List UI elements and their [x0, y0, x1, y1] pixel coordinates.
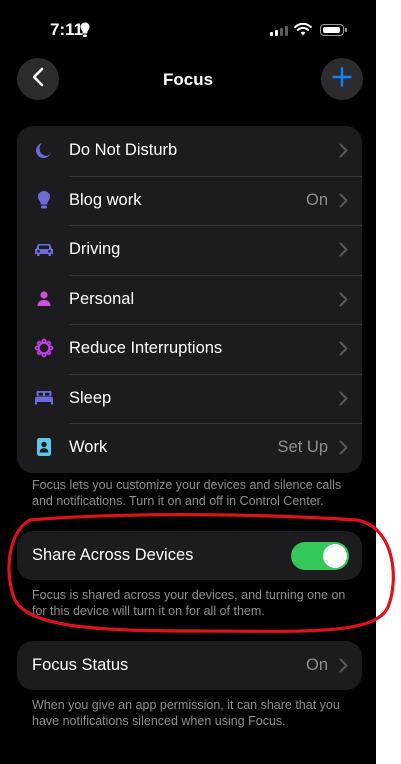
- focus-item-work[interactable]: Work Set Up: [17, 423, 362, 473]
- chevron-right-icon: [339, 143, 348, 163]
- focus-item-label: Sleep: [69, 388, 112, 407]
- share-across-devices-label: Share Across Devices: [32, 546, 194, 564]
- chevron-right-icon: [339, 242, 348, 262]
- focus-item-label: Blog work: [69, 190, 142, 209]
- focus-lightbulb-icon: [80, 22, 90, 43]
- chevron-right-icon: [339, 193, 348, 213]
- focus-item-driving[interactable]: Driving: [17, 225, 362, 275]
- focus-status-label: Focus Status: [32, 656, 129, 674]
- focus-item-label: Personal: [69, 289, 135, 308]
- bed-icon: [34, 388, 54, 408]
- focus-item-label: Reduce Interruptions: [69, 339, 223, 358]
- navigation-bar: Focus: [0, 56, 376, 102]
- focus-item-value: On: [305, 190, 328, 209]
- page-title: Focus: [162, 70, 214, 89]
- interruptions-icon: [34, 338, 54, 358]
- wifi-icon: [294, 22, 312, 41]
- focus-item-sleep[interactable]: Sleep: [17, 373, 362, 424]
- focus-item-reduce-interruptions[interactable]: Reduce Interruptions: [17, 324, 362, 374]
- focus-item-value: Set Up: [277, 438, 328, 457]
- status-time: 7:11: [50, 20, 84, 39]
- plus-icon: [332, 66, 352, 92]
- person-icon: [34, 289, 54, 309]
- focus-item-label: Do Not Disturb: [69, 141, 178, 160]
- focus-status-description: When you give an app permission, it can …: [32, 698, 340, 728]
- focus-item-blog-work[interactable]: Blog work On: [17, 175, 362, 226]
- chevron-right-icon: [339, 658, 348, 678]
- status-bar: 7:11: [0, 18, 376, 42]
- share-across-devices-toggle[interactable]: [291, 542, 349, 570]
- focus-status-row[interactable]: Focus Status On: [17, 641, 362, 690]
- chevron-right-icon: [339, 440, 348, 460]
- share-across-devices-row: Share Across Devices: [17, 531, 362, 580]
- toggle-knob: [323, 544, 347, 568]
- car-icon: [34, 239, 54, 259]
- chevron-right-icon: [339, 292, 348, 312]
- focus-status-value: On: [305, 656, 328, 674]
- phone-screen: 7:11 Focus Do Not Disturb Blog work On D…: [0, 0, 376, 764]
- focus-modes-list: Do Not Disturb Blog work On Driving Pers…: [17, 126, 362, 473]
- moon-icon: [34, 140, 54, 160]
- battery-icon: [320, 24, 347, 36]
- focus-item-do-not-disturb[interactable]: Do Not Disturb: [17, 126, 362, 176]
- focus-description: Focus lets you customize your devices an…: [32, 478, 342, 508]
- chevron-right-icon: [339, 341, 348, 361]
- focus-item-label: Driving: [69, 240, 121, 259]
- lightbulb-icon: [34, 190, 54, 210]
- share-description: Focus is shared across your devices, and…: [32, 588, 346, 618]
- chevron-right-icon: [339, 391, 348, 411]
- work-badge-icon: [34, 437, 54, 457]
- cellular-signal-icon: [270, 26, 288, 36]
- focus-item-personal[interactable]: Personal: [17, 274, 362, 325]
- add-focus-button[interactable]: [321, 58, 363, 100]
- focus-item-label: Work: [69, 438, 108, 457]
